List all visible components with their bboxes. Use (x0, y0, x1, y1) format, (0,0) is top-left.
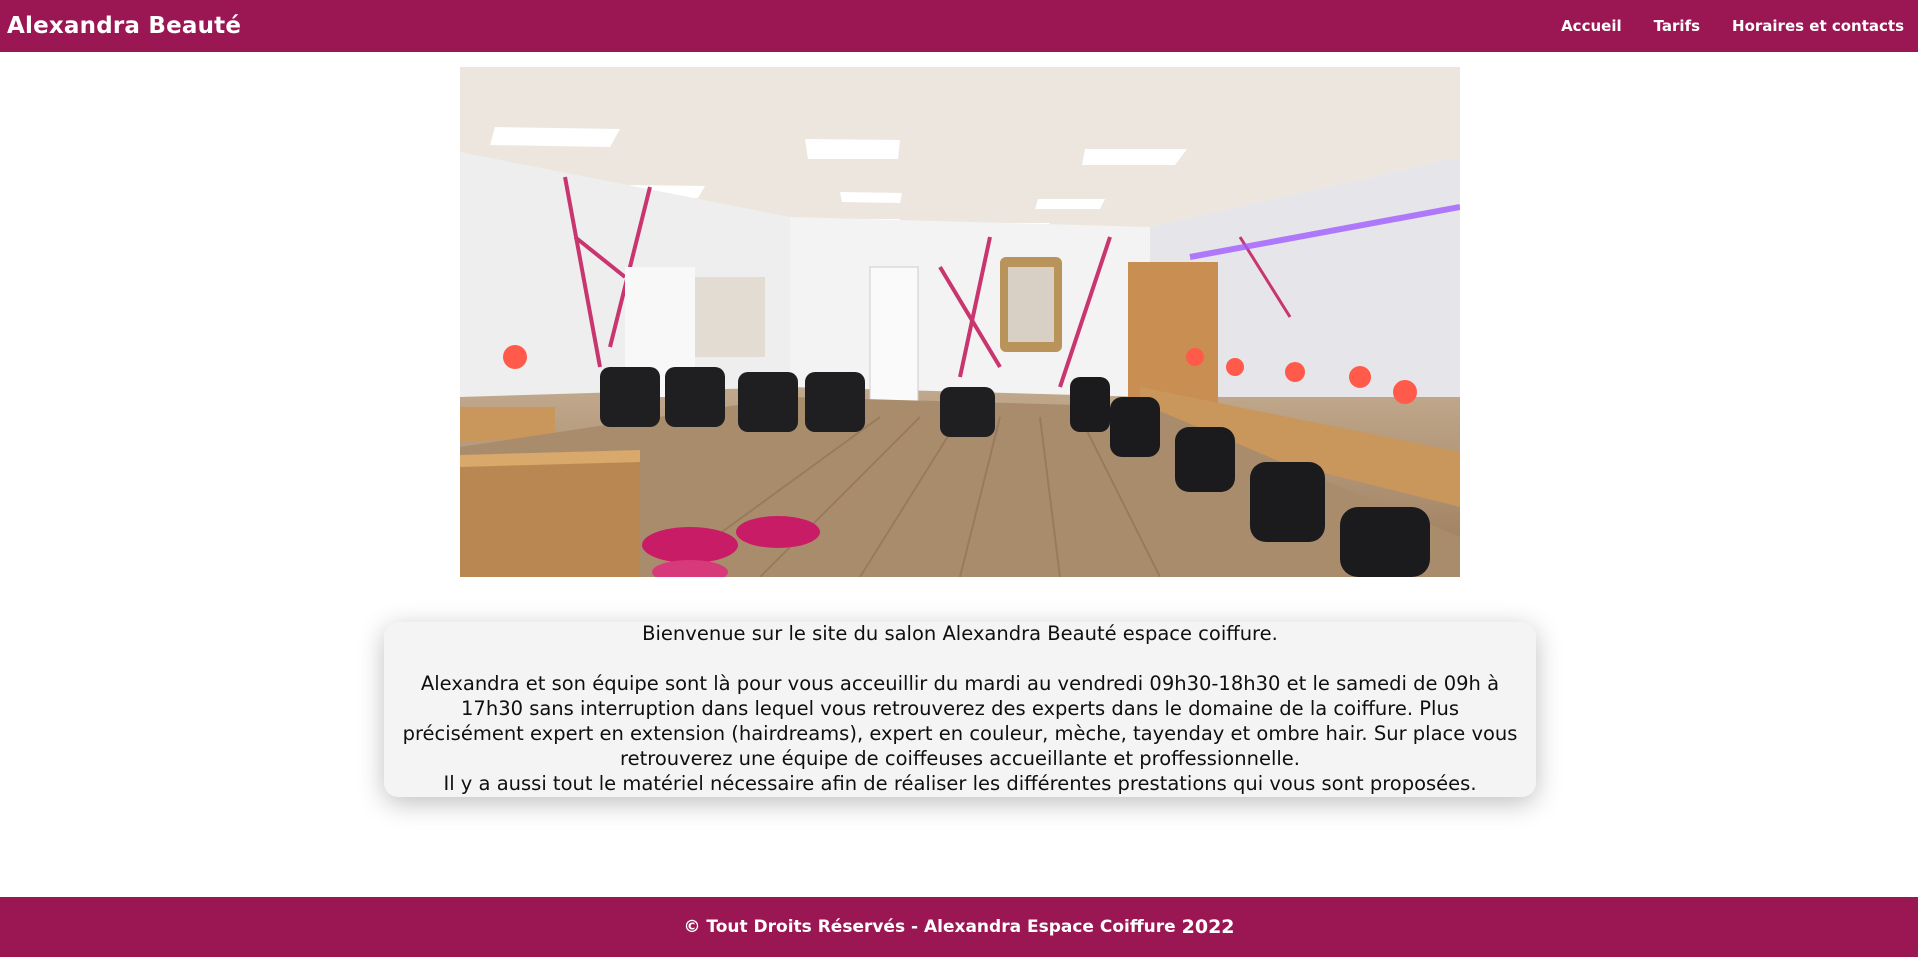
salon-hero-image (460, 67, 1460, 577)
welcome-closing: Il y a aussi tout le matériel nécessaire… (443, 772, 1477, 795)
site-logo-text[interactable]: Alexandra Beauté (7, 13, 241, 39)
top-navigation-bar: Alexandra Beauté Accueil Tarifs Horaires… (0, 0, 1918, 52)
main-nav: Accueil Tarifs Horaires et contacts (1561, 17, 1904, 35)
nav-link-horaires-contacts[interactable]: Horaires et contacts (1732, 17, 1904, 35)
salon-photo (460, 67, 1460, 577)
nav-link-accueil[interactable]: Accueil (1561, 17, 1622, 35)
welcome-intro: Bienvenue sur le site du salon Alexandra… (642, 622, 1278, 645)
nav-link-tarifs[interactable]: Tarifs (1654, 17, 1700, 35)
welcome-panel: Bienvenue sur le site du salon Alexandra… (384, 622, 1536, 797)
site-footer: © Tout Droits Réservés - Alexandra Espac… (0, 897, 1918, 957)
footer-year: 2022 (1181, 916, 1235, 938)
footer-copyright: © Tout Droits Réservés - Alexandra Espac… (683, 917, 1176, 937)
welcome-body: Alexandra et son équipe sont là pour vou… (402, 672, 1518, 770)
